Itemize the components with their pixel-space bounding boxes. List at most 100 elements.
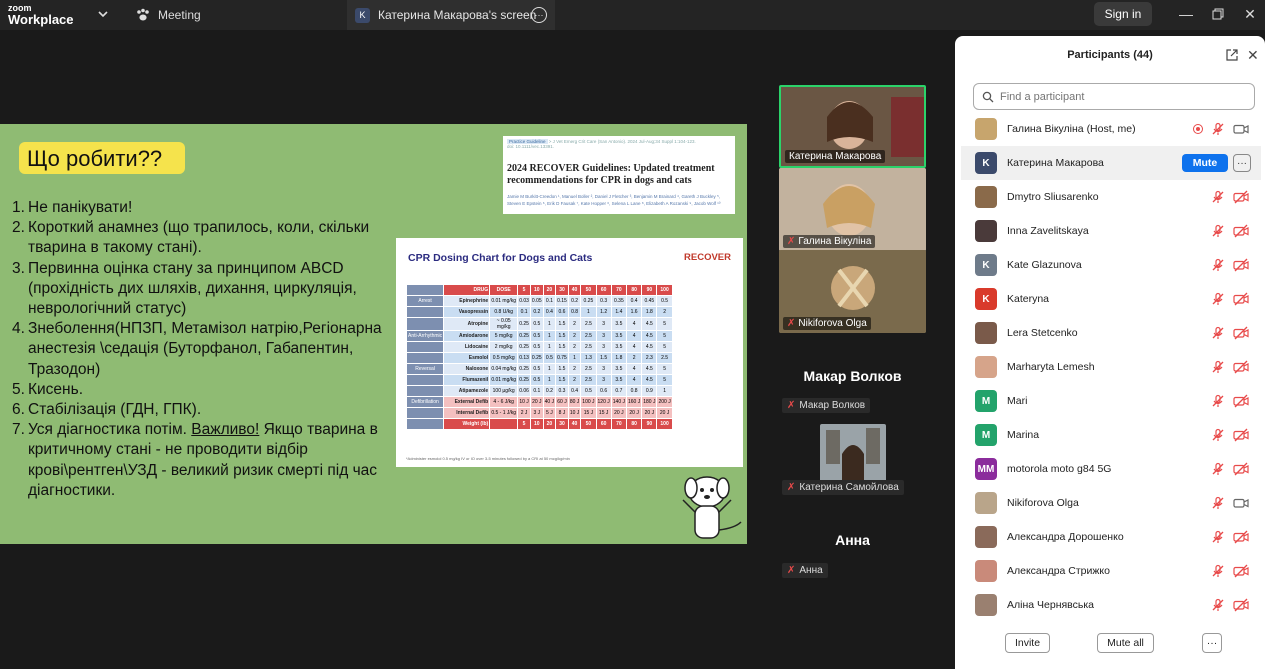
mute-participant-button[interactable]: Mute [1182, 154, 1228, 172]
participant-row[interactable]: Аліна Чернявська [961, 588, 1261, 622]
dose-cell: 0.8 U/kg [489, 306, 519, 318]
video-off-icon[interactable] [1233, 224, 1249, 238]
participant-status-icons [1211, 258, 1249, 272]
tab-meeting-label: Meeting [158, 8, 201, 22]
value-cell: 40 J [542, 396, 557, 408]
drug-cell: Atipamezole [443, 385, 491, 397]
participant-name: Dmytro Sliusarenko [1007, 191, 1099, 203]
cartoon-dog-icon [682, 476, 742, 539]
weight-header: 70 [610, 284, 628, 296]
mic-muted-icon[interactable] [1211, 462, 1225, 476]
value-cell: 3 J [529, 407, 544, 419]
mic-muted-icon[interactable] [1211, 564, 1225, 578]
mic-muted-icon[interactable] [1211, 598, 1225, 612]
participant-row[interactable]: Александра Дорошенко [961, 520, 1261, 554]
value-cell: 0.25 [517, 330, 531, 342]
video-on-icon[interactable] [1233, 122, 1249, 136]
close-window-icon[interactable]: ✕ [1241, 5, 1259, 23]
mic-muted-icon[interactable] [1211, 360, 1225, 374]
video-off-icon[interactable] [1233, 258, 1249, 272]
mic-muted-icon[interactable] [1211, 258, 1225, 272]
drug-cell: Epinephrine [443, 295, 491, 307]
value-cell: 3.5 [610, 363, 628, 375]
close-panel-icon[interactable]: ✕ [1247, 47, 1259, 64]
participant-row[interactable]: MM motorola moto g84 5G [961, 452, 1261, 486]
participant-status-icons [1211, 530, 1249, 544]
participant-row[interactable]: Lera Stetcenko [961, 316, 1261, 350]
video-off-icon[interactable] [1233, 360, 1249, 374]
participant-row[interactable]: K Kateryna [961, 282, 1261, 316]
tab-shared-screen[interactable]: K Катерина Макарова's screen ··· [347, 0, 555, 30]
video-off-icon[interactable] [1233, 428, 1249, 442]
restore-icon[interactable] [1209, 5, 1227, 23]
dose-cell: 0.01 mg/kg [489, 374, 519, 386]
mute-all-button[interactable]: Mute all [1097, 633, 1154, 653]
participant-row[interactable]: Dmytro Sliusarenko [961, 180, 1261, 214]
participant-row[interactable]: M Mari [961, 384, 1261, 418]
participant-row[interactable]: Inna Zavelitskaya [961, 214, 1261, 248]
participant-row[interactable]: Marharyta Lemesh [961, 350, 1261, 384]
paper-authors: Jamie M Burkitt-Creedon ¹, Manuel Boller… [507, 194, 721, 206]
mic-muted-icon[interactable] [1211, 326, 1225, 340]
video-tile-1[interactable]: Катерина Макарова [779, 85, 926, 168]
value-cell: 0.5 [529, 341, 544, 353]
participant-row[interactable]: K Kate Glazunova [961, 248, 1261, 282]
title-bar: zoom Workplace Meeting K Катерина Макаро… [0, 0, 1265, 30]
popout-icon[interactable] [1226, 49, 1238, 61]
participant-row[interactable]: Александра Стрижко [961, 554, 1261, 588]
video-tile-3[interactable]: ✗ Nikiforova Olga [779, 250, 926, 333]
weight-footer: 100 [656, 418, 673, 430]
mic-muted-icon[interactable] [1211, 122, 1225, 136]
invite-button[interactable]: Invite [1005, 633, 1050, 653]
value-cell: 0.03 [517, 295, 531, 307]
more-options-icon[interactable]: ··· [531, 7, 547, 23]
minimize-icon[interactable]: — [1177, 5, 1195, 23]
video-off-icon[interactable] [1233, 564, 1249, 578]
participant-more-button[interactable]: ··· [1233, 154, 1251, 172]
participant-status-icons [1211, 496, 1249, 510]
participant-status-icons [1211, 564, 1249, 578]
value-cell: 0.2 [542, 385, 557, 397]
group-cell: Defibrillation [405, 396, 445, 408]
chevron-down-icon[interactable] [96, 7, 110, 21]
mic-muted-icon[interactable] [1211, 530, 1225, 544]
video-off-icon[interactable] [1233, 462, 1249, 476]
participant-search[interactable] [973, 83, 1255, 110]
video-off-icon[interactable] [1233, 530, 1249, 544]
participant-row[interactable]: Галина Вікуліна (Host, me) [961, 112, 1261, 146]
video-off-icon[interactable] [1233, 394, 1249, 408]
participant-row[interactable]: M Marina [961, 418, 1261, 452]
value-cell: 2.5 [580, 330, 597, 342]
video-off-icon[interactable] [1233, 292, 1249, 306]
video-off-icon[interactable] [1233, 190, 1249, 204]
search-input[interactable] [1000, 90, 1240, 103]
mic-muted-icon[interactable] [1211, 496, 1225, 510]
weight-header: 90 [641, 284, 658, 296]
table-row: Reversal Naloxone 0.04 mg/kg 0.25 0.5 1 1.5 2 2.… [405, 363, 673, 375]
zoom-window: zoom Workplace Meeting K Катерина Макаро… [0, 0, 1265, 669]
video-tile-2[interactable]: ✗ Галина Вікуліна [779, 168, 926, 251]
mic-muted-icon[interactable] [1211, 428, 1225, 442]
mic-muted-icon[interactable] [1211, 292, 1225, 306]
value-cell: 2 [656, 306, 673, 318]
value-cell: 2 [567, 341, 582, 353]
drug-cell: Esmolol [443, 352, 491, 364]
value-cell: 0.2 [567, 295, 582, 307]
sign-in-button[interactable]: Sign in [1094, 2, 1152, 26]
participant-row[interactable]: K Катерина Макарова Mute ··· [961, 146, 1261, 180]
group-cell [405, 317, 445, 331]
mic-muted-icon[interactable] [1211, 394, 1225, 408]
video-on-icon[interactable] [1233, 496, 1249, 510]
avatar: M [975, 390, 997, 412]
participant-row[interactable]: Nikiforova Olga [961, 486, 1261, 520]
mic-muted-icon[interactable] [1211, 224, 1225, 238]
search-icon [982, 91, 994, 102]
mic-muted-icon[interactable] [1211, 190, 1225, 204]
video-off-icon[interactable] [1233, 598, 1249, 612]
value-cell: 0.1 [517, 306, 531, 318]
tab-meeting[interactable]: Meeting [135, 0, 201, 30]
drug-cell: External Defib [443, 396, 491, 408]
step-text: Короткий анамнез (що трапилось, коли, ск… [28, 219, 370, 257]
more-button[interactable]: ··· [1202, 633, 1222, 653]
video-off-icon[interactable] [1233, 326, 1249, 340]
